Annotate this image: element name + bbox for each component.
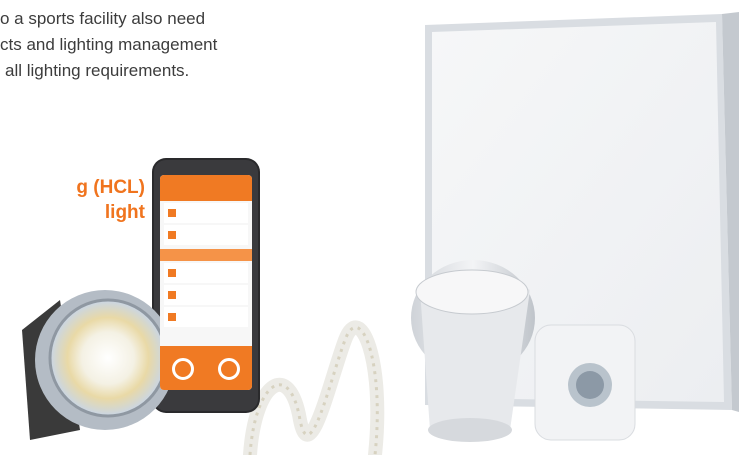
power-icon bbox=[218, 358, 240, 380]
app-header-bar bbox=[160, 175, 252, 201]
app-section-header bbox=[160, 249, 252, 261]
app-list-item bbox=[164, 225, 248, 245]
app-footer bbox=[160, 346, 252, 390]
power-icon bbox=[172, 358, 194, 380]
product-lineup bbox=[22, 12, 739, 455]
app-list-item bbox=[164, 263, 248, 283]
app-screen bbox=[160, 175, 252, 390]
spotlight-icon bbox=[22, 290, 175, 440]
app-list-item bbox=[164, 203, 248, 223]
led-strip-icon bbox=[243, 320, 385, 455]
app-list-item bbox=[164, 307, 248, 327]
downlight-icon bbox=[411, 260, 535, 442]
app-list-item bbox=[164, 285, 248, 305]
sensor-icon bbox=[534, 324, 636, 441]
